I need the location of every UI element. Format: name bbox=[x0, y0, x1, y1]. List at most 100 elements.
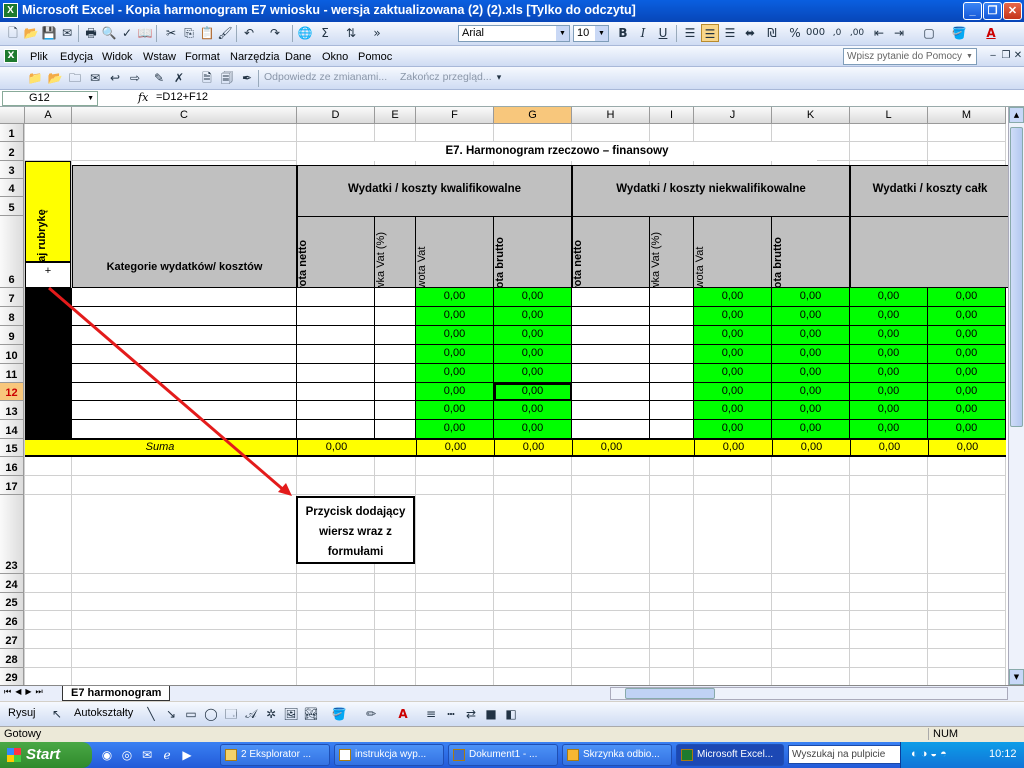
row-header-26[interactable]: 26 bbox=[0, 611, 24, 630]
bold-icon[interactable]: B bbox=[614, 24, 632, 42]
column-header-a[interactable]: A bbox=[25, 107, 72, 124]
borders-icon[interactable]: ▢ bbox=[920, 24, 938, 42]
toolbar-options-icon[interactable]: ▾ bbox=[490, 69, 508, 87]
line-style-icon[interactable]: ≡ bbox=[422, 705, 440, 723]
media-icon[interactable]: ▶ bbox=[178, 746, 196, 764]
data-cell[interactable]: 0,00 bbox=[416, 326, 494, 345]
data-cell[interactable]: 0,00 bbox=[928, 288, 1006, 307]
data-cell[interactable]: 0,00 bbox=[494, 401, 572, 420]
data-cell[interactable]: 0,00 bbox=[928, 345, 1006, 364]
autosum-icon[interactable]: Σ bbox=[316, 24, 334, 42]
help-search-input[interactable]: Wpisz pytanie do Pomocy ▼ bbox=[843, 48, 977, 65]
data-cell[interactable]: 0,00 bbox=[928, 307, 1006, 326]
align-left-icon[interactable]: ☰ bbox=[681, 24, 699, 42]
data-cell[interactable]: 0,00 bbox=[494, 345, 572, 364]
row-header-16[interactable]: 16 bbox=[0, 457, 24, 476]
menu-wstaw[interactable]: Wstaw bbox=[143, 51, 176, 63]
row-header-13[interactable]: 13 bbox=[0, 401, 24, 420]
copy-icon[interactable]: ⎘ bbox=[180, 24, 198, 42]
task-instrukcja[interactable]: instrukcja wyp... bbox=[334, 744, 444, 766]
data-cell[interactable]: 0,00 bbox=[850, 288, 928, 307]
row-header-11[interactable]: 11 bbox=[0, 364, 24, 383]
merge-center-icon[interactable]: ⬌ bbox=[741, 24, 759, 42]
row-header-3[interactable]: 3 bbox=[0, 161, 24, 179]
add-row-button[interactable]: + bbox=[25, 262, 71, 288]
reply-icon[interactable]: ↩ bbox=[106, 69, 124, 87]
data-cell[interactable]: 0,00 bbox=[772, 307, 850, 326]
minimize-button[interactable]: _ bbox=[963, 2, 982, 20]
fill-color-icon[interactable]: 🪣 bbox=[950, 24, 968, 42]
data-cell[interactable] bbox=[375, 401, 416, 420]
font-color-icon[interactable]: A bbox=[394, 705, 412, 723]
data-cell[interactable] bbox=[72, 307, 297, 326]
data-cell[interactable] bbox=[297, 288, 375, 307]
data-cell[interactable]: 0,00 bbox=[494, 326, 572, 345]
fx-icon[interactable]: fx bbox=[138, 91, 148, 104]
select-all-corner[interactable] bbox=[0, 107, 25, 124]
data-cell[interactable]: 0,00 bbox=[494, 420, 572, 439]
data-cell[interactable]: 0,00 bbox=[694, 401, 772, 420]
data-cell[interactable] bbox=[297, 383, 375, 401]
column-header-j[interactable]: J bbox=[694, 107, 772, 124]
menu-narzedzia[interactable]: Narzędzia bbox=[230, 51, 280, 63]
row-header-15[interactable]: 15 bbox=[0, 439, 24, 457]
data-cell[interactable]: 0,00 bbox=[416, 288, 494, 307]
scroll-down-icon[interactable]: ▼ bbox=[1009, 669, 1024, 685]
start-button[interactable]: Start bbox=[0, 742, 92, 768]
arrow-style-icon[interactable]: ⇄ bbox=[462, 705, 480, 723]
data-cell[interactable] bbox=[572, 401, 650, 420]
data-cell[interactable] bbox=[650, 420, 694, 439]
sum-cell[interactable]: 0,00 bbox=[297, 439, 375, 457]
formula-input[interactable]: =D12+F12 bbox=[156, 91, 208, 103]
menu-plik[interactable]: Plik bbox=[30, 51, 48, 63]
increase-decimal-icon[interactable]: ,0 bbox=[828, 24, 846, 42]
menu-edycja[interactable]: Edycja bbox=[60, 51, 93, 63]
vertical-scrollbar[interactable]: ▲ ▼ bbox=[1008, 107, 1024, 685]
data-cell[interactable] bbox=[572, 288, 650, 307]
spelling-icon[interactable]: ✓ bbox=[118, 24, 136, 42]
markup-icon[interactable]: ✎ bbox=[150, 69, 168, 87]
sheet-nav-icon[interactable]: ⏮◀▶⏭ bbox=[4, 687, 47, 697]
row-header-17[interactable]: 17 bbox=[0, 476, 24, 495]
data-cell[interactable] bbox=[572, 383, 650, 401]
data-cell[interactable] bbox=[375, 364, 416, 383]
data-cell[interactable]: 0,00 bbox=[850, 383, 928, 401]
row-header-5[interactable]: 5 bbox=[0, 197, 24, 216]
firefox-icon[interactable]: ◉ bbox=[98, 746, 116, 764]
data-cell[interactable]: 0,00 bbox=[772, 345, 850, 364]
data-cell[interactable]: 0,00 bbox=[850, 345, 928, 364]
row-header-24[interactable]: 24 bbox=[0, 574, 24, 593]
data-cell[interactable]: 0,00 bbox=[694, 288, 772, 307]
picture-icon[interactable]: 🏞 bbox=[302, 705, 320, 723]
undo-icon[interactable]: ↶ bbox=[240, 24, 258, 42]
data-cell[interactable] bbox=[375, 307, 416, 326]
close-button[interactable]: ✕ bbox=[1003, 2, 1022, 20]
data-cell[interactable]: 0,00 bbox=[416, 364, 494, 383]
data-cell[interactable]: 0,00 bbox=[694, 307, 772, 326]
data-cell[interactable] bbox=[650, 401, 694, 420]
data-cell[interactable]: 0,00 bbox=[928, 383, 1006, 401]
redo-icon[interactable]: ↷ bbox=[266, 24, 284, 42]
cut-icon[interactable]: ✂ bbox=[162, 24, 180, 42]
autoshapes-menu[interactable]: Autokształty bbox=[74, 707, 133, 719]
data-cell[interactable]: 0,00 bbox=[772, 326, 850, 345]
print-preview-icon[interactable]: 🔍 bbox=[100, 24, 118, 42]
data-cell[interactable] bbox=[572, 420, 650, 439]
scroll-thumb[interactable] bbox=[1010, 127, 1023, 427]
toolbar-options-icon[interactable]: » bbox=[370, 24, 384, 42]
data-cell[interactable]: 0,00 bbox=[772, 383, 850, 401]
data-cell[interactable] bbox=[572, 307, 650, 326]
task-excel[interactable]: Microsoft Excel... bbox=[676, 744, 784, 766]
row-header-6[interactable]: 6 bbox=[0, 216, 24, 288]
data-cell[interactable] bbox=[297, 326, 375, 345]
row-header-2[interactable]: 2 bbox=[0, 142, 24, 161]
print-icon[interactable]: 🖶 bbox=[82, 24, 100, 42]
font-name-select[interactable]: Arial ▼ bbox=[458, 25, 570, 42]
row-header-25[interactable]: 25 bbox=[0, 593, 24, 611]
data-cell[interactable]: 0,00 bbox=[928, 364, 1006, 383]
diagram-icon[interactable]: ✲ bbox=[262, 705, 280, 723]
task-inbox[interactable]: Skrzynka odbio... bbox=[562, 744, 672, 766]
arrow-icon[interactable]: ↘ bbox=[162, 705, 180, 723]
data-cell[interactable]: 0,00 bbox=[850, 326, 928, 345]
data-cell[interactable] bbox=[375, 288, 416, 307]
